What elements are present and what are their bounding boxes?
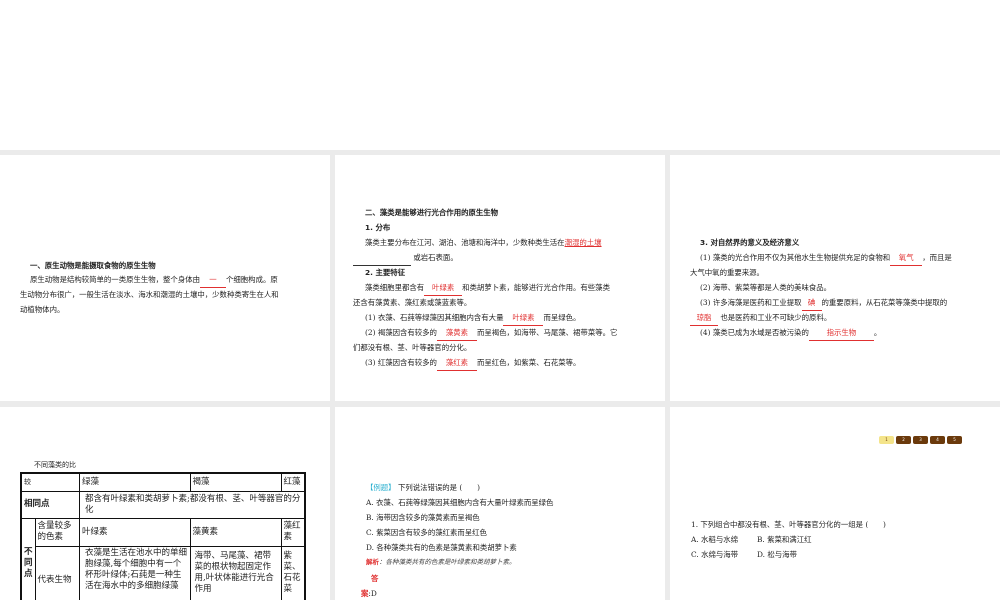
slide-3[interactable]: 3. 对自然界的意义及经济意义 (1) 藻类的光合作用不仅为其他水生生物提供充足… <box>670 155 1000 401</box>
answer-label: 答 <box>371 574 379 583</box>
option-a[interactable]: A. 衣藻、石莼等绿藻因其细胞内含有大量叶绿素而呈绿色 <box>366 495 553 510</box>
option-c[interactable]: C. 紫菜因含有较多的藻红素而呈红色 <box>366 525 487 540</box>
option-c[interactable]: C. 水绵与海带 <box>691 547 738 562</box>
option-b[interactable]: B. 紫菜和满江红 <box>757 532 811 547</box>
answer-blank: 氧气 <box>890 250 923 266</box>
text-line: 动植物体内。 <box>20 305 65 314</box>
answer-blank: 碘 <box>801 295 822 311</box>
table-cell: 藻红素 <box>280 517 306 547</box>
text-line: 或岩石表面。 <box>353 250 458 266</box>
table-cell: 衣藻是生活在池水中的单细胞绿藻,每个细胞中有一个杯形叶绿体;石莼是一种生活在海水… <box>79 545 191 600</box>
table-cell: 紫菜、石花菜 <box>280 545 306 600</box>
page-button-3[interactable]: 3 <box>913 436 928 444</box>
text-line: (4) 藻类已成为水域是否被污染的 指示生物。 <box>700 325 881 341</box>
answer-blank: 一 <box>200 272 226 288</box>
heading: 二、藻类是能够进行光合作用的原生生物 <box>365 208 499 217</box>
text-line: 生动物分布很广，一般生活在淡水、海水和潮湿的土壤中，少数种类寄生在人和 <box>20 290 279 299</box>
text-line: (1) 藻类的光合作用不仅为其他水生生物提供充足的食物和 氧气 ，而且是 <box>700 250 952 266</box>
slide-4[interactable]: 不同藻类的比 较绿藻 褐藻 红藻 相同点 都含有叶绿素和类胡萝卜素;都没有根、茎、叶等… <box>0 407 330 600</box>
table-cell: 海带、马尾藻、裙带菜的根状物起固定作用,叶状体能进行光合作用 <box>189 545 282 600</box>
option-d[interactable]: D. 松与海带 <box>757 547 797 562</box>
slide-5[interactable]: 【例题】 下列说法错误的是 ( ) A. 衣藻、石莼等绿藻因其细胞内含有大量叶绿… <box>335 407 665 600</box>
question: 1. 下列组合中都没有根、茎、叶等器官分化的一组是 ( ) <box>691 520 886 529</box>
slide-6[interactable]: 1 2 3 4 5 1. 下列组合中都没有根、茎、叶等器官分化的一组是 ( ) … <box>670 407 1000 600</box>
text-line: 藻类细胞里都含有 叶绿素 和类胡萝卜素，能够进行光合作用。有些藻类 <box>365 280 610 296</box>
text-line: 大气中氧的重要来源。 <box>690 268 764 277</box>
subheading: 2. 主要特征 <box>365 268 406 277</box>
text-line: (1) 衣藻、石莼等绿藻因其细胞内含有大量 叶绿素 而呈绿色。 <box>365 310 580 326</box>
answer-blank: 藻黄素 <box>436 325 477 341</box>
table-cell: 叶绿素 <box>79 517 191 547</box>
answer-blank: 指示生物 <box>808 325 874 341</box>
question: 【例题】 下列说法错误的是 ( ) <box>366 483 480 492</box>
algae-comparison-table: 较绿藻 褐藻 红藻 相同点 都含有叶绿素和类胡萝卜素;都没有根、茎、叶等器官的分化 不… <box>20 472 306 600</box>
text-line: (2) 褐藻因含有较多的 藻黄素 而呈褐色，如海带、马尾藻、裙带菜等。它 <box>365 325 617 341</box>
text-line: 琼脂 也是医药和工业不可缺少的原料。 <box>690 310 831 326</box>
page-button-1[interactable]: 1 <box>879 436 894 444</box>
row-label: 相同点 <box>20 490 81 519</box>
page-button-5[interactable]: 5 <box>947 436 962 444</box>
row-label: 不同点 <box>20 517 36 600</box>
page-button-2[interactable]: 2 <box>896 436 911 444</box>
table-header: 褐藻 <box>189 472 282 492</box>
answer-blank: 叶绿素 <box>424 280 463 296</box>
explanation: 解析：各种藻类共有的色素是叶绿素和类胡萝卜素。 <box>366 558 516 566</box>
table-header: 红藻 <box>280 472 306 492</box>
option-a[interactable]: A. 水稻与水绵 <box>691 532 738 547</box>
heading: 一、原生动物是能摄取食物的原生生物 <box>30 261 156 270</box>
text-line: 们都没有根、茎、叶等器官的分化。 <box>353 343 472 352</box>
text-line: 藻类主要分布在江河、湖泊、池塘和海洋中，少数种类生活在潮湿的土壤 <box>365 238 602 247</box>
text-line: (2) 海带、紫菜等都是人类的美味食品。 <box>700 283 832 292</box>
answer-blank: 藻红素 <box>436 355 477 371</box>
table-cell: 都含有叶绿素和类胡萝卜素;都没有根、茎、叶等器官的分化 <box>79 490 306 519</box>
top-blank-area <box>0 0 1000 150</box>
table-header: 绿藻 <box>79 472 191 492</box>
heading: 3. 对自然界的意义及经济意义 <box>700 238 800 247</box>
text-line: (3) 许多海藻是医药和工业提取碘的重要原料，从石花菜等藻类中提取的 <box>700 295 947 311</box>
answer-blank: 潮湿的土壤 <box>564 238 602 247</box>
option-b[interactable]: B. 海带因含较多的藻黄素而呈褐色 <box>366 510 480 525</box>
table-caption: 不同藻类的比 <box>34 461 76 469</box>
text-line: 还含有藻黄素、藻红素或藻蓝素等。 <box>353 298 472 307</box>
table-header: 较 <box>20 472 81 492</box>
slide-1[interactable]: 一、原生动物是能摄取食物的原生生物 原生动物是结构较简单的一类原生生物，整个身体… <box>0 155 330 401</box>
answer-blank: 叶绿素 <box>503 310 544 326</box>
table-cell: 藻黄素 <box>189 517 282 547</box>
answer: 案:D <box>361 589 377 598</box>
option-d[interactable]: D. 各种藻类共有的色素是藻黄素和类胡萝卜素 <box>366 540 517 555</box>
answer-blank: 琼脂 <box>690 310 718 326</box>
text-line: 原生动物是结构较简单的一类原生生物，整个身体由一个细胞构成。原 <box>30 272 278 288</box>
example-tag: 【例题】 <box>366 483 396 492</box>
row-label: 代表生物 <box>34 545 81 600</box>
slide-2[interactable]: 二、藻类是能够进行光合作用的原生生物 1. 分布 藻类主要分布在江河、湖泊、池塘… <box>335 155 665 401</box>
row-label: 含量较多的色素 <box>34 517 81 547</box>
subheading: 1. 分布 <box>365 223 391 232</box>
text-line: (3) 红藻因含有较多的 藻红素 而呈红色，如紫菜、石花菜等。 <box>365 355 580 371</box>
page-button-4[interactable]: 4 <box>930 436 945 444</box>
